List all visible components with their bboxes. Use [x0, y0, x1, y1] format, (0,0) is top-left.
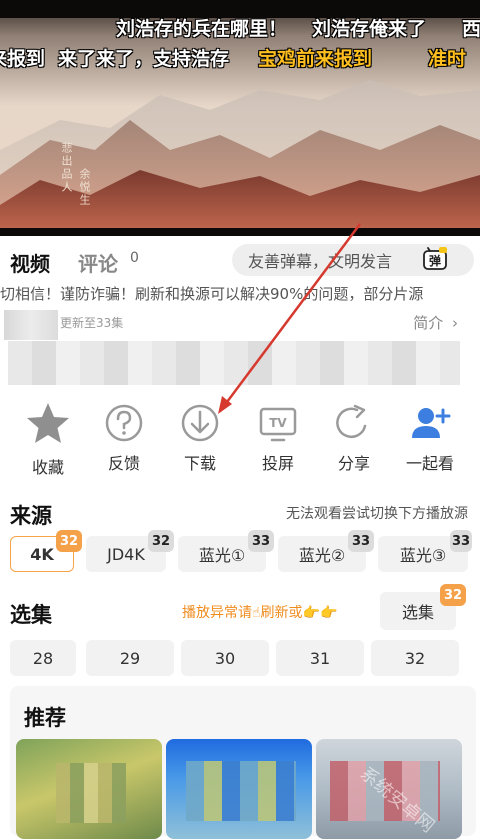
add-user-icon [412, 408, 451, 438]
source-badge: 32 [56, 530, 82, 552]
blurred-description [8, 341, 460, 385]
episodes-hint: 播放异常请☝刷新或👉👉 [182, 605, 338, 621]
tab-video[interactable]: 视频 [10, 248, 50, 277]
download-icon [181, 404, 219, 442]
cast-label: 投屏 [261, 454, 294, 473]
source-label: JD4K [107, 544, 145, 564]
episodes-title: 选集 [10, 603, 52, 627]
video-player[interactable]: 刘浩存的兵在哪里！ 刘浩存俺来了 西 来报到 来了来了，支持浩存 宝鸡前来报到 … [0, 0, 480, 236]
danmaku-toggle-glyph: 弹 [429, 253, 441, 268]
star-icon [27, 403, 69, 443]
episode-count-badge: 32 [440, 584, 466, 606]
svg-text:TV: TV [269, 416, 287, 430]
download-button[interactable]: 下载 [160, 400, 240, 474]
danmaku-comment: 宝鸡前来报到 [258, 48, 373, 70]
watch-together-button[interactable]: 一起看 [390, 400, 470, 474]
episode-chip[interactable]: 28 [10, 640, 76, 676]
episode-select-label: 选集 [401, 603, 434, 622]
source-label: 蓝光① [198, 546, 246, 565]
episode-chip[interactable]: 30 [181, 640, 269, 676]
danmaku-comment: 来了来了，支持浩存 [58, 48, 230, 70]
blurred-title [4, 310, 58, 340]
action-bar: 收藏 反馈 下载 TV 投屏 分享 一起看 [0, 400, 480, 480]
danmaku-comment: 刘浩存俺来了 [312, 18, 427, 40]
fraud-warning-notice: 切相信！谨防诈骗！刷新和换源可以解决90%的问题，部分片源 [0, 285, 424, 303]
sources-title: 来源 [10, 504, 52, 528]
danmaku-placeholder: 友善弹幕，文明发言 [248, 252, 393, 271]
source-label: 蓝光② [298, 546, 346, 565]
watch-together-label: 一起看 [405, 454, 454, 473]
question-icon [105, 404, 143, 442]
source-badge: 32 [148, 530, 174, 552]
cast-button[interactable]: TV 投屏 [238, 400, 318, 474]
calligraphy-seal: 悲出品人 [60, 142, 73, 194]
share-icon [336, 404, 367, 439]
download-label: 下载 [183, 454, 216, 473]
recommend-card[interactable] [16, 739, 162, 839]
danmaku-toggle-icon[interactable]: 弹 [422, 246, 448, 272]
share-label: 分享 [337, 454, 370, 473]
tab-bar: 视频 评论 0 友善弹幕，文明发言 弹 [0, 236, 480, 282]
source-label: 蓝光③ [399, 546, 447, 565]
calligraphy-signature: 余悦生 [78, 168, 91, 207]
danmaku-comment: 准时 [428, 48, 467, 70]
danmaku-input[interactable]: 友善弹幕，文明发言 弹 [232, 244, 474, 276]
source-label: 4K [30, 544, 54, 564]
danmaku-comment: 西 [462, 18, 480, 40]
episode-chip[interactable]: 29 [86, 640, 174, 676]
chevron-right-icon: › [452, 314, 458, 332]
danmaku-comment: 刘浩存的兵在哪里！ [116, 18, 288, 40]
tv-cast-icon: TV [259, 407, 297, 442]
recommend-card[interactable] [166, 739, 312, 839]
danmaku-comment: 来报到 [0, 48, 46, 70]
sources-hint: 无法观看尝试切换下方播放源 [286, 506, 468, 522]
episode-chip[interactable]: 31 [276, 640, 364, 676]
feedback-button[interactable]: 反馈 [84, 400, 164, 474]
share-button[interactable]: 分享 [314, 400, 394, 474]
update-status: 更新至33集 [60, 316, 124, 330]
source-badge: 33 [248, 530, 274, 552]
source-badge: 33 [450, 530, 472, 552]
favorite-label: 收藏 [31, 458, 64, 477]
episode-chip[interactable]: 32 [371, 640, 459, 676]
tab-comments[interactable]: 评论 [78, 248, 118, 277]
feedback-label: 反馈 [107, 454, 140, 473]
update-row: 更新至33集 简介 › [0, 308, 480, 340]
comment-count: 0 [130, 250, 139, 266]
intro-link[interactable]: 简介 › [413, 312, 458, 333]
favorite-button[interactable]: 收藏 [8, 400, 88, 478]
intro-label: 简介 [413, 314, 444, 332]
recommend-title: 推荐 [24, 706, 66, 730]
source-badge: 33 [348, 530, 374, 552]
